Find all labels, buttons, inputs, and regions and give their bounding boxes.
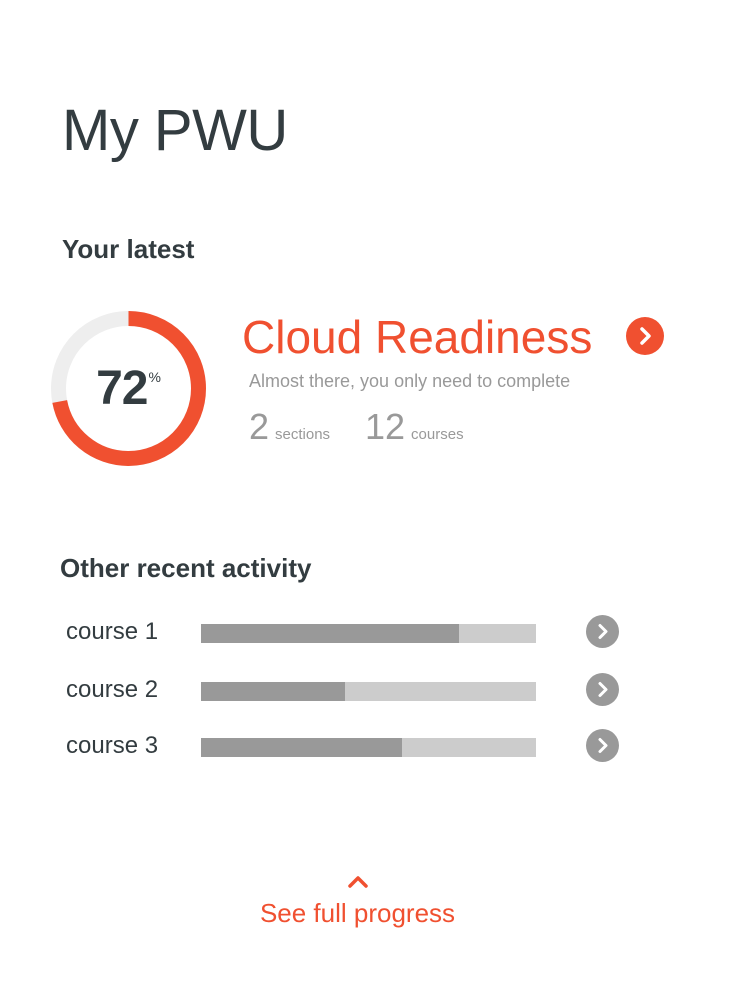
activity-row-course-2[interactable]: course 2	[0, 670, 735, 710]
activity-label: course 1	[66, 618, 159, 645]
open-course-3-button[interactable]	[586, 729, 619, 762]
activity-row-course-3[interactable]: course 3	[0, 726, 735, 766]
activity-progress-track	[201, 682, 536, 701]
open-course-2-button[interactable]	[586, 673, 619, 706]
courses-remaining-count: 12	[365, 406, 406, 447]
progress-percentage: 72%	[50, 310, 207, 467]
progress-percentage-unit: %	[148, 368, 161, 385]
see-full-progress-label: See full progress	[259, 898, 456, 928]
sections-remaining-label: sections	[275, 426, 331, 443]
see-full-progress-link[interactable]: See full progress	[0, 872, 715, 929]
activity-label: course 2	[66, 676, 159, 703]
courses-remaining-label: courses	[411, 426, 464, 443]
activity-progress-fill	[201, 738, 402, 757]
latest-subtitle: Almost there, you only need to complete	[249, 371, 571, 391]
activity-progress-fill	[201, 682, 346, 701]
chevron-right-icon	[598, 624, 608, 639]
activity-progress-track	[201, 738, 536, 757]
other-activity-heading: Other recent activity	[60, 553, 312, 583]
courses-remaining: 12 courses	[365, 406, 464, 448]
activity-progress-track	[201, 624, 536, 643]
sections-remaining: 2 sections	[249, 406, 330, 448]
latest-heading: Your latest	[62, 234, 195, 264]
page-title: My PWU	[62, 98, 288, 163]
activity-progress-fill	[201, 624, 459, 643]
open-course-1-button[interactable]	[586, 615, 619, 648]
latest-course-title[interactable]: Cloud Readiness	[242, 309, 592, 365]
progress-ring: 72%	[50, 310, 207, 467]
open-latest-course-button[interactable]	[626, 317, 664, 355]
chevron-up-icon	[347, 876, 368, 888]
activity-row-course-1[interactable]: course 1	[0, 612, 735, 652]
chevron-right-icon	[640, 327, 651, 345]
activity-label: course 3	[66, 732, 159, 759]
chevron-right-icon	[598, 738, 608, 753]
chevron-right-icon	[598, 682, 608, 697]
sections-remaining-count: 2	[249, 406, 270, 447]
progress-percentage-value: 72	[96, 362, 148, 415]
